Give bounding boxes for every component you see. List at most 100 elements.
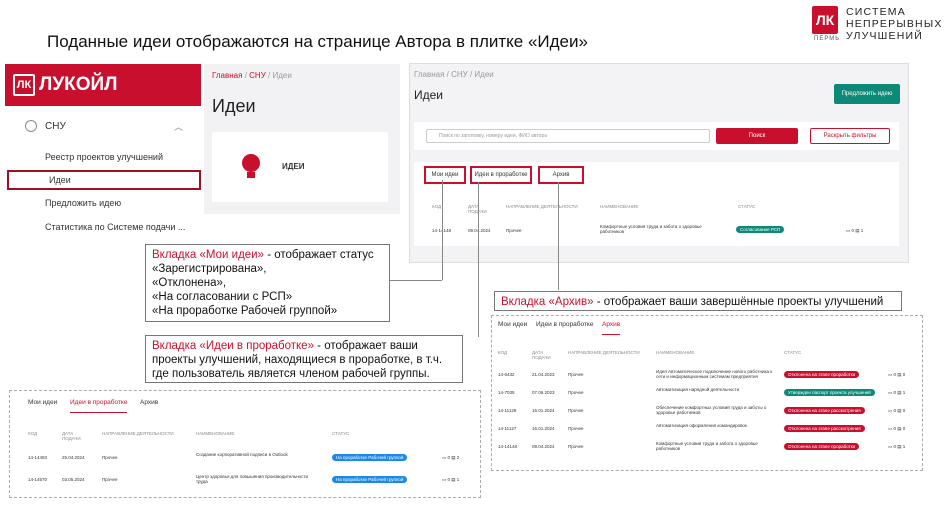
row-code[interactable]: 14-7035 bbox=[498, 390, 515, 395]
ideas-screen: Главная / СНУ / Идеи Идеи Предложить иде… bbox=[409, 63, 909, 263]
col-direction: НАПРАВЛЕНИЕ ДЕЯТЕЛЬНОСТИ bbox=[506, 204, 578, 209]
col-date: ДАТА ПОДАЧИ bbox=[532, 350, 551, 360]
status-badge: Согласование РСП bbox=[736, 226, 785, 233]
comments-value: 0 bbox=[893, 408, 897, 413]
col-date: ДАТА ПОДАЧИ bbox=[62, 431, 81, 441]
search-input[interactable]: Поиск по заголовку, номеру идеи, ФИО авт… bbox=[426, 129, 710, 143]
callout-line: «На согласовании с РСП» bbox=[152, 291, 293, 303]
row-direction: Прочее bbox=[568, 390, 584, 395]
row-date: 03.05.2024 bbox=[62, 477, 85, 482]
archive-tab-archive[interactable]: Архив bbox=[602, 321, 621, 335]
col-status: СТАТУС bbox=[738, 204, 756, 209]
arrow-archive bbox=[558, 182, 559, 290]
row-name[interactable]: Автоматизация нарядной деятельности bbox=[656, 387, 774, 392]
breadcrumb-snu[interactable]: СНУ bbox=[249, 71, 266, 80]
search-panel: Поиск по заголовку, номеру идеи, ФИО авт… bbox=[414, 122, 899, 150]
row-code[interactable]: 14-14570 bbox=[28, 477, 47, 482]
brand-block: ЛК ПЕРМЬ СИСТЕМА НЕПРЕРЫВНЫХ УЛУЧШЕНИЙ bbox=[812, 6, 942, 46]
row-name[interactable]: Автоматизация оформления командировок bbox=[656, 423, 774, 428]
breadcrumb-sep: / bbox=[268, 71, 271, 80]
inwork-tab-in-work[interactable]: Идеи в проработке bbox=[70, 399, 128, 413]
row-date: 25.04.2024 bbox=[62, 455, 85, 460]
row-code[interactable]: 14-14493 bbox=[28, 455, 47, 460]
ideas-tile-label: ИДЕИ bbox=[282, 162, 305, 171]
brand-line-2: НЕПРЕРЫВНЫХ bbox=[846, 18, 943, 30]
sidebar-item-statistics[interactable]: Статистика по Системе подачи ... bbox=[5, 218, 201, 236]
counters: ▭ 0 ▤ 1 bbox=[888, 444, 906, 449]
row-name[interactable]: Идея Автоматическое подключение нового р… bbox=[656, 369, 774, 379]
row-date: 07.06.2023 bbox=[532, 390, 555, 395]
brand-sub: ПЕРМЬ bbox=[814, 36, 841, 42]
callout-line: «Отклонена», bbox=[152, 277, 227, 289]
status-badge: Утвержден паспорт проекта улучшений bbox=[784, 389, 875, 396]
comments-value: 0 bbox=[893, 426, 897, 431]
col-code: КОД bbox=[498, 350, 508, 355]
ideas-table: Мои идеи Идеи в проработке Архив КОД ДАТ… bbox=[414, 162, 899, 246]
brand-text: СИСТЕМА НЕПРЕРЫВНЫХ УЛУЧШЕНИЙ bbox=[846, 6, 943, 42]
submit-idea-button[interactable]: Предложить идею bbox=[834, 84, 900, 104]
brand-line-1: СИСТЕМА bbox=[846, 6, 906, 18]
callout-archive-text: - отображает ваши завершённые проекты ул… bbox=[593, 296, 884, 308]
lukoil-logo: ЛК bbox=[812, 6, 838, 34]
col-name: НАИМЕНОВАНИЕ bbox=[196, 431, 235, 436]
files-value: 2 bbox=[456, 455, 460, 460]
files-value: 0 bbox=[902, 426, 906, 431]
section-icon bbox=[25, 120, 37, 132]
archive-tab-my-ideas[interactable]: Мои идеи bbox=[498, 321, 527, 328]
row-name[interactable]: Создание корпоративной подписи в Outlook bbox=[196, 452, 316, 457]
row-code[interactable]: 14-6432 bbox=[498, 372, 515, 377]
row-code[interactable]: 14-11128 bbox=[498, 408, 516, 413]
sidebar-section-snu[interactable]: СНУ ︿ bbox=[5, 116, 201, 136]
sidebar-brand[interactable]: ЛК ЛУКОЙЛ bbox=[5, 64, 201, 106]
row-date: 09.04.2024 bbox=[532, 444, 555, 449]
sidebar-item-registry[interactable]: Реестр проектов улучшений bbox=[5, 148, 201, 166]
tab-in-work[interactable]: Идеи в проработке bbox=[470, 166, 532, 184]
callout-my-ideas-text: - отображает статус bbox=[264, 249, 374, 261]
chevron-up-icon: ︿ bbox=[173, 121, 183, 132]
tab-archive[interactable]: Архив bbox=[538, 166, 584, 184]
callout-line: «На проработке Рабочей группой» bbox=[152, 305, 338, 317]
filters-button[interactable]: Раскрыть фильтры bbox=[810, 128, 890, 144]
row-direction: Прочее bbox=[568, 426, 584, 431]
files-value: 1 bbox=[456, 477, 460, 482]
row-direction: Прочее bbox=[568, 408, 584, 413]
row-direction: Прочее bbox=[506, 228, 522, 233]
breadcrumb-sep: / bbox=[244, 71, 247, 80]
comments-value: 0 bbox=[893, 372, 897, 377]
row-name[interactable]: Центр здоровья для повышения производите… bbox=[196, 474, 316, 484]
row-date: 16.01.2024 bbox=[532, 426, 555, 431]
inwork-screen: Мои идеи Идеи в проработке Архив КОД ДАТ… bbox=[9, 390, 481, 498]
counters: ▭ 0 ▤ 2 bbox=[442, 455, 460, 460]
lukoil-icon: ЛК bbox=[13, 74, 35, 96]
inwork-tab-my-ideas[interactable]: Мои идеи bbox=[28, 399, 57, 406]
col-name: НАИМЕНОВАНИЕ bbox=[656, 350, 695, 355]
row-code[interactable]: 14-14148 bbox=[498, 444, 517, 449]
callout-my-ideas-label: Вкладка «Мои идеи» bbox=[152, 249, 264, 261]
row-name[interactable]: Комфортные условия труда и забота о здор… bbox=[600, 224, 720, 234]
status-badge: На проработке Рабочей группой bbox=[332, 476, 408, 483]
sidebar-item-ideas[interactable]: Идеи bbox=[7, 170, 201, 190]
row-code[interactable]: 14-11127 bbox=[498, 426, 516, 431]
tab-my-ideas[interactable]: Мои идеи bbox=[424, 166, 466, 184]
comments-count: ▭ 0 ▤ 1 bbox=[846, 228, 864, 233]
breadcrumb-home[interactable]: Главная bbox=[212, 71, 242, 80]
comments-value: 0 bbox=[851, 228, 855, 233]
sidebar-item-submit-idea[interactable]: Предложить идею bbox=[5, 194, 201, 212]
callout-line: где пользователь является членом рабочей… bbox=[152, 368, 430, 380]
archive-tab-in-work[interactable]: Идеи в проработке bbox=[536, 321, 593, 328]
sidebar-section-label: СНУ bbox=[45, 120, 66, 132]
page-title: Поданные идеи отображаются на странице А… bbox=[47, 32, 588, 51]
row-direction: Прочее bbox=[102, 477, 118, 482]
col-code: КОД bbox=[28, 431, 38, 436]
comments-value: 0 bbox=[447, 477, 451, 482]
search-button[interactable]: Поиск bbox=[716, 128, 798, 144]
inwork-tab-archive[interactable]: Архив bbox=[140, 399, 158, 406]
comments-value: 0 bbox=[447, 455, 451, 460]
files-value: 1 bbox=[902, 390, 906, 395]
ideas-tile[interactable]: ИДЕИ bbox=[212, 132, 388, 202]
col-date: ДАТА ПОДАЧИ bbox=[468, 204, 487, 214]
row-date: 09.04.2024 bbox=[468, 228, 491, 233]
row-name[interactable]: Комфортные условия труда и забота о здор… bbox=[656, 441, 774, 451]
col-status: СТАТУС bbox=[332, 431, 350, 436]
row-name[interactable]: Обеспечение комфортных условий труда и з… bbox=[656, 405, 774, 415]
